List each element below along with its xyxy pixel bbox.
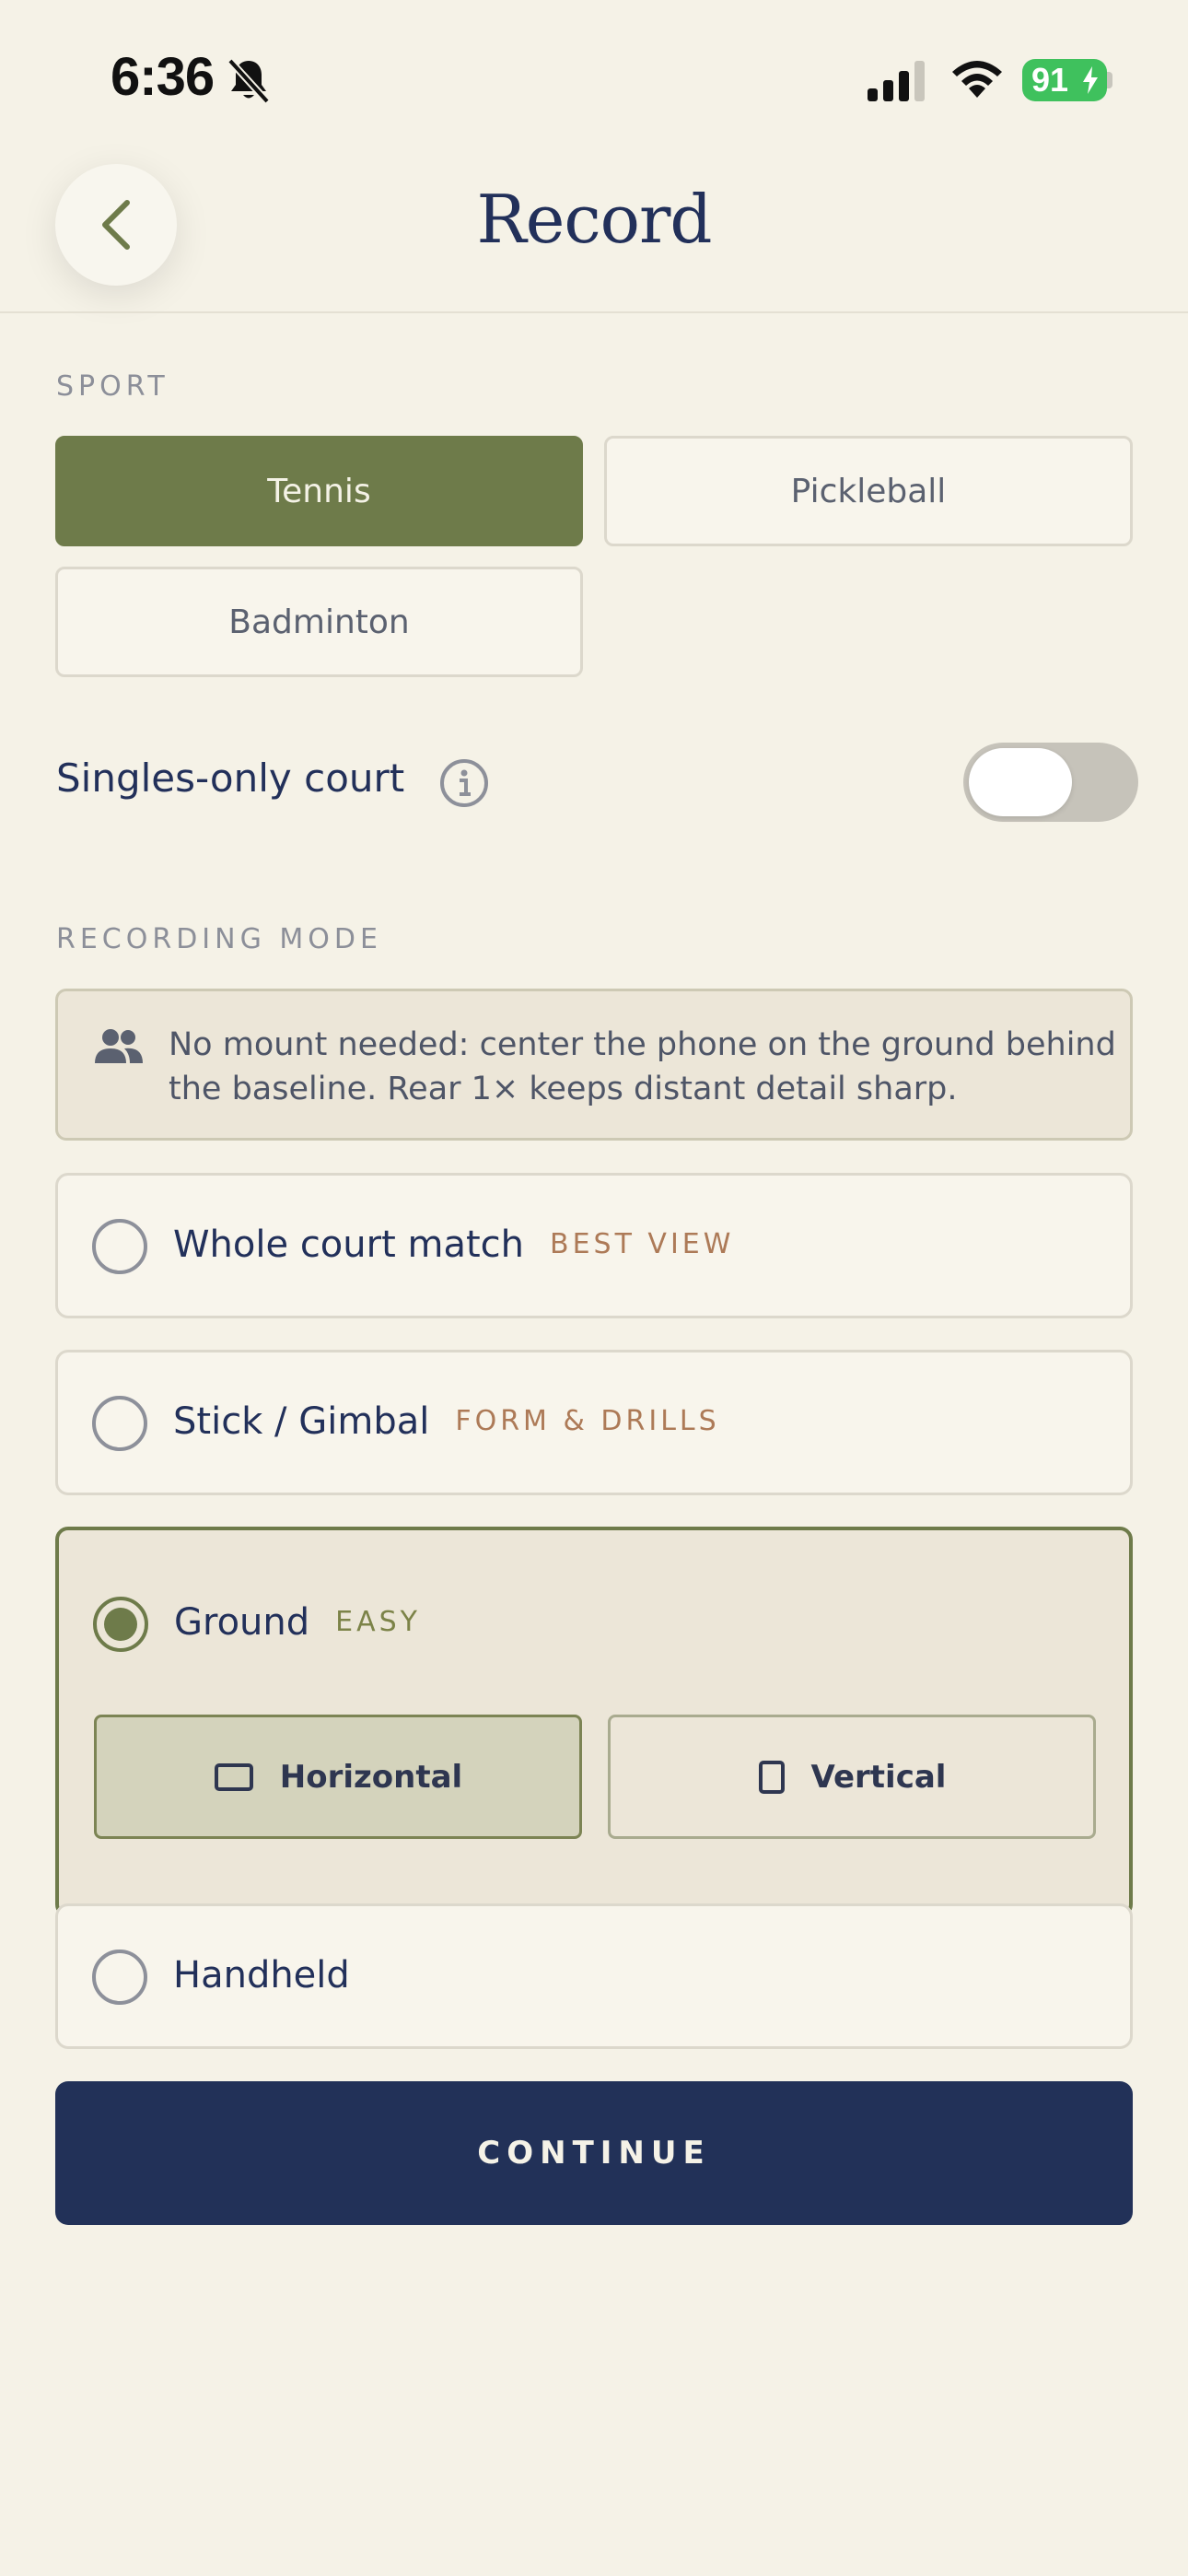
radio-button [92, 1219, 147, 1274]
info-icon[interactable] [438, 757, 490, 809]
radio-button-selected [93, 1597, 148, 1652]
page-title: Record [476, 181, 713, 258]
singles-court-label: Singles-only court [56, 755, 405, 801]
signal-icon [868, 61, 925, 101]
orientation-vertical-button[interactable]: Vertical [608, 1715, 1096, 1839]
sport-section-label: SPORT [56, 370, 169, 403]
mode-tag-easy: EASY [335, 1606, 421, 1638]
recording-mode-note-text: No mount needed: center the phone on the… [169, 1026, 1116, 1107]
mode-tag-best-view: BEST VIEW [549, 1228, 735, 1260]
mode-tag-form-drills: FORM & DRILLS [455, 1405, 720, 1437]
orientation-vertical-label: Vertical [810, 1758, 947, 1796]
mode-option-label: Whole court match BEST VIEW [173, 1224, 735, 1266]
recording-mode-note: No mount needed: center the phone on the… [55, 989, 1133, 1141]
sport-chip-pickleball[interactable]: Pickleball [604, 436, 1133, 546]
people-icon [95, 1029, 143, 1063]
radio-button [92, 1950, 147, 2005]
status-time: 6:36 [111, 47, 215, 107]
mode-option-whole-court[interactable]: Whole court match BEST VIEW [55, 1173, 1133, 1318]
mode-option-ground[interactable]: Ground EASY Horizontal Vertical [55, 1527, 1133, 1917]
bell-slash-icon [227, 58, 270, 104]
wifi-icon [952, 61, 1002, 98]
continue-button[interactable]: CONTINUE [55, 2081, 1133, 2225]
mode-option-label: Handheld [173, 1954, 350, 1996]
mode-option-handheld[interactable]: Handheld [55, 1903, 1133, 2049]
toggle-knob [969, 748, 1072, 816]
radio-dot [104, 1608, 137, 1641]
orientation-horizontal-button[interactable]: Horizontal [94, 1715, 582, 1839]
landscape-phone-icon [214, 1762, 253, 1791]
mode-option-label: Stick / Gimbal FORM & DRILLS [173, 1400, 720, 1443]
orientation-horizontal-label: Horizontal [279, 1758, 463, 1796]
portrait-phone-icon [758, 1760, 785, 1794]
radio-button [92, 1396, 147, 1451]
recording-mode-section-label: RECORDING MODE [56, 923, 382, 955]
mode-option-label: Ground EASY [174, 1601, 421, 1644]
mode-option-stick-gimbal[interactable]: Stick / Gimbal FORM & DRILLS [55, 1350, 1133, 1495]
battery-nub [1107, 72, 1112, 88]
battery-charging-icon: 91 [1022, 59, 1107, 101]
battery-level: 91 [1031, 61, 1069, 99]
sport-chip-badminton[interactable]: Badminton [55, 567, 583, 677]
singles-court-toggle[interactable] [963, 743, 1138, 822]
header-divider [0, 311, 1188, 313]
sport-chip-tennis[interactable]: Tennis [55, 436, 583, 546]
status-bar: 6:36 91 [0, 0, 1188, 157]
